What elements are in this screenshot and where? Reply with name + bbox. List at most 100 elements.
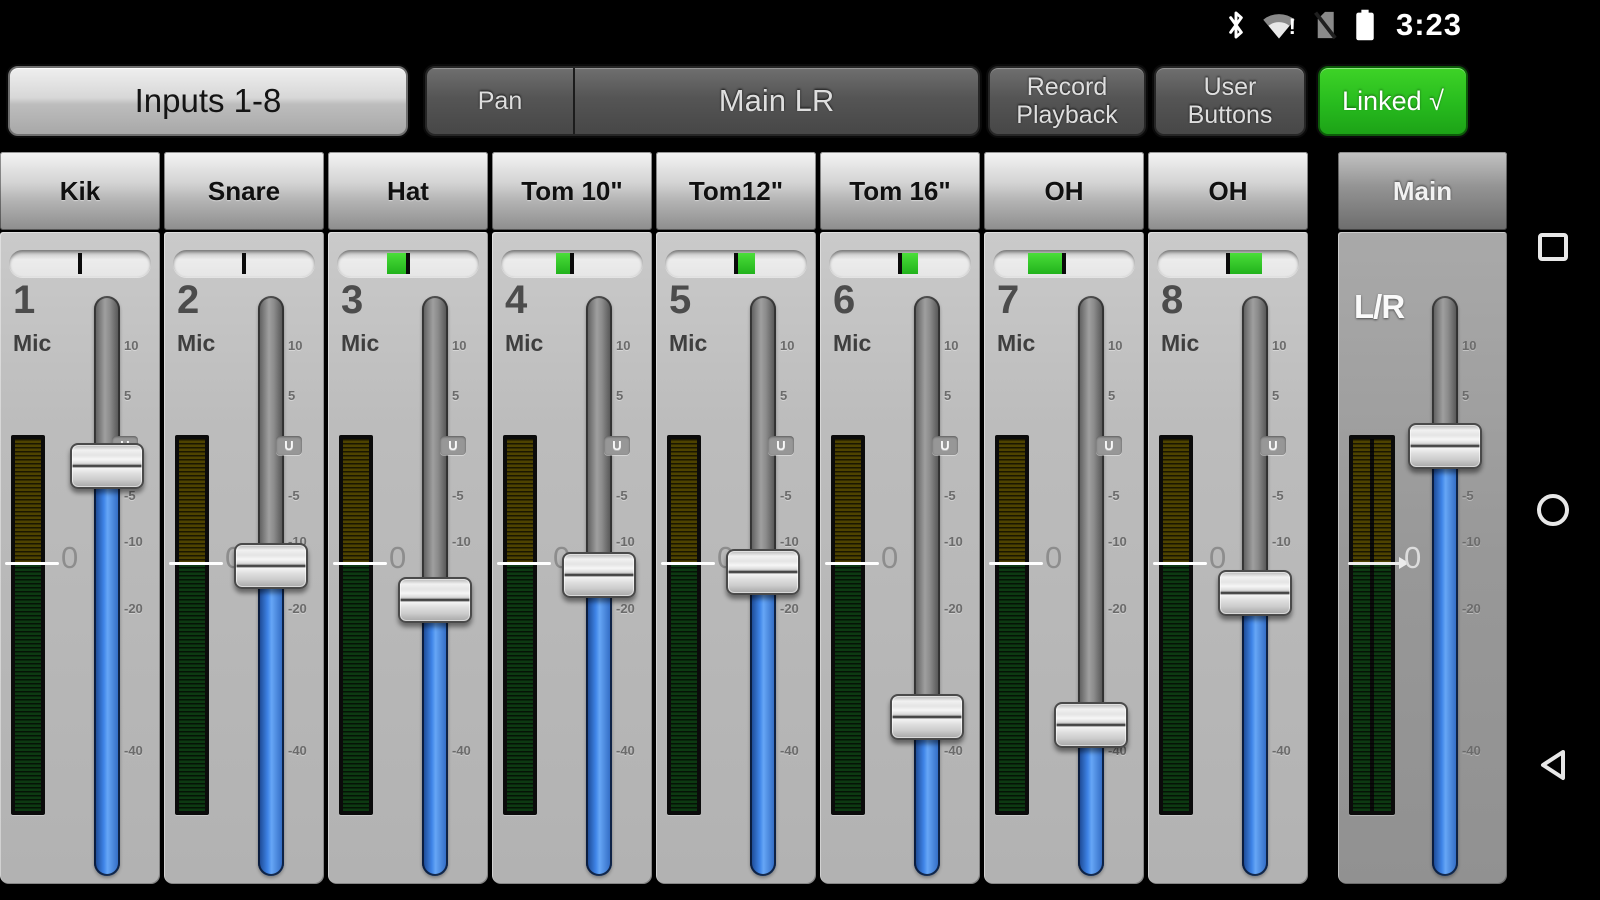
fader-scale-tick: -20	[616, 601, 656, 616]
pan-center-tick	[406, 253, 410, 274]
channel-column-4: Tom 10" 4 Mic 0 105U-5-10-20-40	[492, 150, 652, 884]
fader-scale-tick: -20	[780, 601, 820, 616]
pan-slider[interactable]	[9, 250, 151, 277]
channel-header-button[interactable]: Tom12"	[656, 152, 816, 230]
meter-zero-label: 0	[881, 540, 898, 576]
channel-name-label: Tom 10"	[521, 176, 622, 207]
fader-scale-tick: -10	[1272, 534, 1312, 549]
pan-center-tick	[898, 253, 902, 274]
fader-cap[interactable]	[1218, 570, 1292, 616]
fader-scale-tick: 10	[452, 338, 492, 353]
fader-scale-tick: 10	[616, 338, 656, 353]
channel-header-button[interactable]: OH	[984, 152, 1144, 230]
fader-scale-tick: -5	[1108, 488, 1148, 503]
main-channel-column: Main L/R 0 105U-5-10-20-40	[1338, 150, 1507, 884]
pan-center-tick	[78, 253, 82, 274]
pan-slider[interactable]	[829, 250, 971, 277]
pan-fill	[387, 253, 408, 274]
fader-scale-tick: 5	[452, 388, 492, 403]
channel-source-label: Mic	[1161, 330, 1199, 357]
channel-strip: 1 Mic 0 105U-5-10-20-40	[0, 232, 160, 884]
channel-strip: 7 Mic 0 105U-5-10-20-40	[984, 232, 1144, 884]
pan-slider[interactable]	[173, 250, 315, 277]
meter-zero-line	[169, 562, 223, 565]
fader-scale-tick: -40	[1272, 743, 1312, 758]
channel-name-label: Hat	[387, 176, 429, 207]
level-meter	[667, 435, 701, 815]
channel-source-label: Mic	[505, 330, 543, 357]
fader-scale-tick: -40	[780, 743, 820, 758]
linked-toggle-button[interactable]: Linked √	[1318, 66, 1468, 136]
fader-track-fill	[750, 572, 776, 876]
channel-number-label: 5	[669, 278, 691, 323]
pan-slider[interactable]	[501, 250, 643, 277]
record-playback-button[interactable]: Record Playback	[988, 66, 1146, 136]
channel-column-2: Snare 2 Mic 0 105U-5-10-20-40	[164, 150, 324, 884]
meter-zero-line	[497, 562, 551, 565]
channel-header-button[interactable]: Kik	[0, 152, 160, 230]
channel-name-label: OH	[1209, 176, 1248, 207]
fader-track-fill	[1432, 446, 1458, 876]
channel-header-button[interactable]: Tom 10"	[492, 152, 652, 230]
meter-zero-line	[825, 562, 879, 565]
fader-scale-tick: 10	[780, 338, 820, 353]
pan-center-tick	[242, 253, 246, 274]
channel-header-button[interactable]: Snare	[164, 152, 324, 230]
fader-cap[interactable]	[70, 443, 144, 489]
top-toolbar: Inputs 1-8 Pan Main LR Record Playback U…	[0, 50, 1600, 148]
inputs-1-8-label: Inputs 1-8	[135, 82, 282, 120]
fader-track-fill	[586, 575, 612, 876]
channel-source-label: Mic	[997, 330, 1035, 357]
fader-scale-tick: 5	[1108, 388, 1148, 403]
pan-slider[interactable]	[665, 250, 807, 277]
fader-cap[interactable]	[890, 694, 964, 740]
back-button[interactable]	[1535, 747, 1571, 783]
meter-zero-label: 0	[61, 540, 78, 576]
fader-scale-tick: -40	[288, 743, 328, 758]
meter-zero-line	[661, 562, 715, 565]
linked-toggle-label: Linked √	[1342, 86, 1444, 117]
level-meter	[11, 435, 45, 815]
recents-button[interactable]	[1535, 229, 1571, 265]
main-lr-strip-label: L/R	[1354, 288, 1404, 326]
channel-number-label: 3	[341, 278, 363, 323]
level-meter-segments	[1353, 439, 1391, 811]
fader-scale-tick: -5	[288, 488, 328, 503]
fader-cap[interactable]	[1408, 423, 1482, 469]
fader-scale-tick: -20	[944, 601, 984, 616]
channel-column-1: Kik 1 Mic 0 105U-5-10-20-40	[0, 150, 160, 884]
user-buttons-button[interactable]: User Buttons	[1154, 66, 1306, 136]
channel-header-button[interactable]: Tom 16"	[820, 152, 980, 230]
pan-fill	[900, 253, 918, 274]
channel-source-label: Mic	[833, 330, 871, 357]
channel-header-button[interactable]: Main	[1338, 152, 1507, 230]
no-sim-icon	[1310, 9, 1340, 41]
pan-slider[interactable]	[993, 250, 1135, 277]
pan-button[interactable]: Pan	[427, 68, 575, 134]
level-meter	[995, 435, 1029, 815]
channel-header-button[interactable]: OH	[1148, 152, 1308, 230]
fader-cap[interactable]	[726, 549, 800, 595]
home-button[interactable]	[1535, 492, 1571, 528]
channel-header-button[interactable]: Hat	[328, 152, 488, 230]
meter-zero-label: 0	[389, 540, 406, 576]
level-meter	[1349, 435, 1395, 815]
fader-scale-tick: 5	[1462, 388, 1502, 403]
pan-center-tick	[1226, 253, 1230, 274]
fader-scale-tick: 5	[616, 388, 656, 403]
pan-center-tick	[570, 253, 574, 274]
channel-strip: 2 Mic 0 105U-5-10-20-40	[164, 232, 324, 884]
channel-column-8: OH 8 Mic 0 105U-5-10-20-40	[1148, 150, 1308, 884]
pan-center-tick	[734, 253, 738, 274]
main-lr-button[interactable]: Main LR	[575, 68, 978, 134]
pan-slider[interactable]	[1157, 250, 1299, 277]
pan-slider[interactable]	[337, 250, 479, 277]
fader-cap[interactable]	[398, 577, 472, 623]
fader-scale-tick: -10	[616, 534, 656, 549]
fader-scale-tick: 5	[124, 388, 164, 403]
inputs-1-8-button[interactable]: Inputs 1-8	[8, 66, 408, 136]
fader-cap[interactable]	[1054, 702, 1128, 748]
fader-cap[interactable]	[234, 543, 308, 589]
fader-cap[interactable]	[562, 552, 636, 598]
fader-scale-tick: 10	[1108, 338, 1148, 353]
